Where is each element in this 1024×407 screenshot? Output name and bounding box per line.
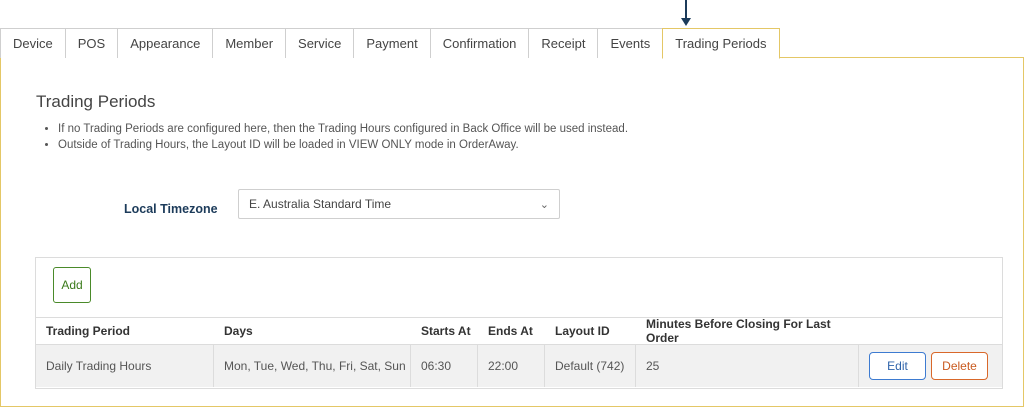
settings-tab-bar: Device POS Appearance Member Service Pay… <box>0 28 1024 59</box>
cell-trading-period: Daily Trading Hours <box>36 345 214 387</box>
tab-pos[interactable]: POS <box>64 28 119 58</box>
table-header: Trading Period Days Starts At Ends At La… <box>36 317 1002 345</box>
tab-payment[interactable]: Payment <box>353 28 431 58</box>
trading-periods-table: Add Trading Period Days Starts At Ends A… <box>35 257 1003 389</box>
tab-events[interactable]: Events <box>597 28 664 58</box>
header-starts-at: Starts At <box>421 324 471 338</box>
edit-button[interactable]: Edit <box>869 352 926 380</box>
header-layout-id: Layout ID <box>555 324 610 338</box>
tab-appearance[interactable]: Appearance <box>117 28 214 58</box>
cell-layout-id: Default (742) <box>545 345 636 387</box>
note-item: Outside of Trading Hours, the Layout ID … <box>58 137 628 153</box>
tab-device[interactable]: Device <box>0 28 66 58</box>
timezone-label: Local Timezone <box>124 202 218 216</box>
header-minutes: Minutes Before Closing For Last Order <box>646 317 831 345</box>
tab-member[interactable]: Member <box>212 28 287 58</box>
add-button[interactable]: Add <box>53 267 91 303</box>
header-days: Days <box>224 324 253 338</box>
tab-trading-periods[interactable]: Trading Periods <box>662 28 780 59</box>
delete-button[interactable]: Delete <box>931 352 988 380</box>
tab-service[interactable]: Service <box>285 28 355 58</box>
header-trading-period: Trading Period <box>46 324 131 338</box>
cell-minutes: 25 <box>636 345 859 387</box>
timezone-select[interactable]: E. Australia Standard Time ⌄ <box>238 189 560 219</box>
cell-starts-at: 06:30 <box>411 345 478 387</box>
cell-ends-at: 22:00 <box>478 345 545 387</box>
chevron-down-icon: ⌄ <box>539 199 549 211</box>
tab-receipt[interactable]: Receipt <box>528 28 599 58</box>
info-notes: If no Trading Periods are configured her… <box>58 121 628 153</box>
header-ends-at: Ends At <box>488 324 533 338</box>
trading-periods-panel: Trading Periods If no Trading Periods ar… <box>0 58 1024 407</box>
section-title: Trading Periods <box>36 92 156 111</box>
pointer-arrow-icon <box>681 0 691 27</box>
tab-confirmation[interactable]: Confirmation <box>429 28 530 58</box>
timezone-value: E. Australia Standard Time <box>249 197 392 211</box>
note-item: If no Trading Periods are configured her… <box>58 121 628 137</box>
table-row: Daily Trading Hours Mon, Tue, Wed, Thu, … <box>36 345 1002 387</box>
cell-days: Mon, Tue, Wed, Thu, Fri, Sat, Sun <box>214 345 411 387</box>
